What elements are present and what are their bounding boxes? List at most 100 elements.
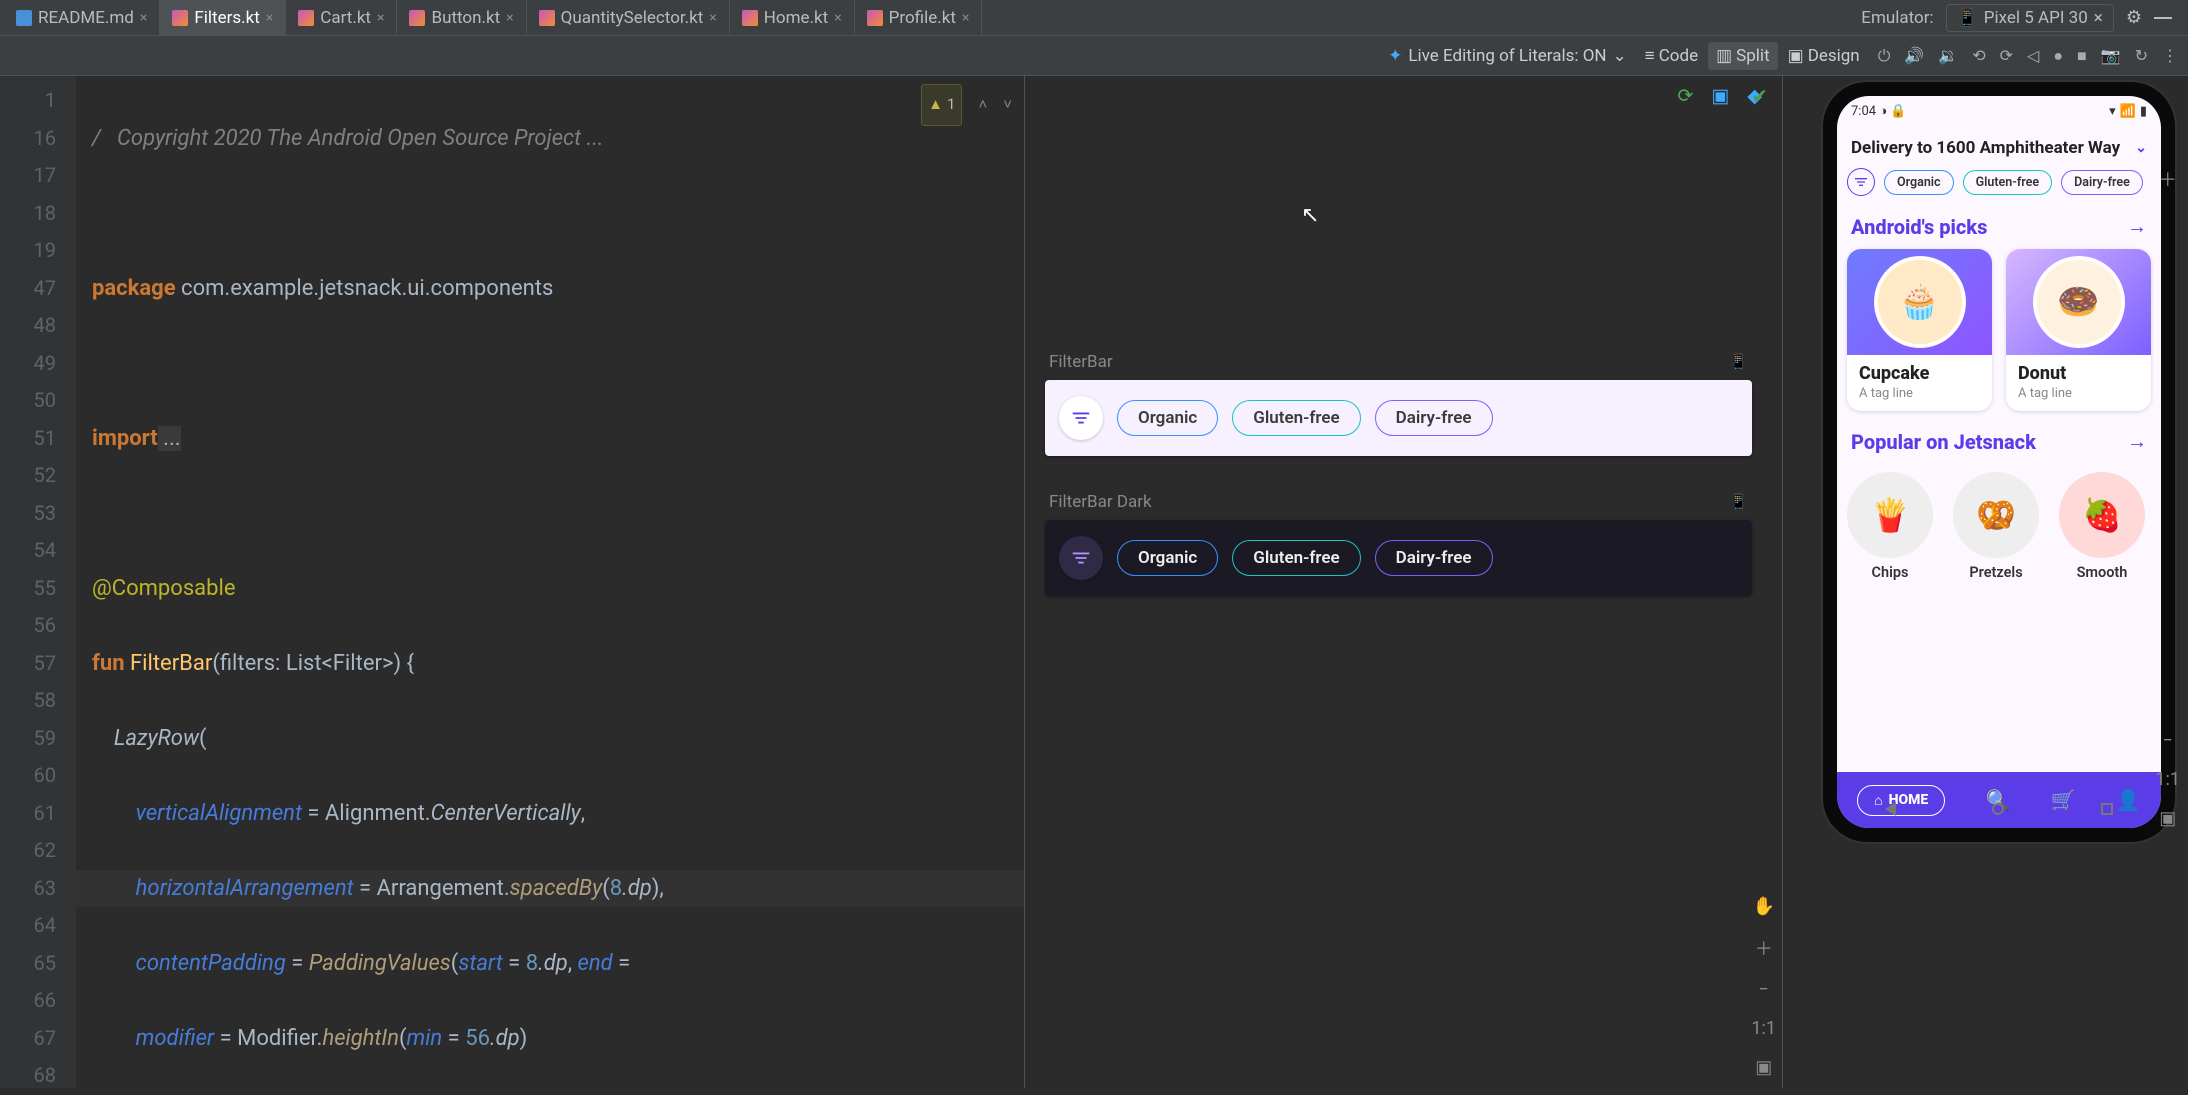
snack-card[interactable]: 🧁 Cupcake A tag line <box>1847 249 1992 411</box>
filter-chip[interactable]: Dairy-free <box>1375 400 1493 436</box>
tab-readme[interactable]: README.md× <box>4 0 160 36</box>
filter-chip[interactable]: Organic <box>1117 400 1218 436</box>
tab-cart[interactable]: Cart.kt× <box>286 0 397 36</box>
code-body[interactable]: / Copyright 2020 The Android Open Source… <box>76 76 1024 1088</box>
mode-code[interactable]: ≡ Code <box>1637 42 1706 70</box>
delivery-header[interactable]: Delivery to 1600 Amphitheater Way ⌄ <box>1837 126 2161 168</box>
line-number: 19 <box>0 232 56 270</box>
overview-icon[interactable]: ■ <box>2077 46 2087 66</box>
home-icon[interactable] <box>1992 803 2004 815</box>
zoom-in-icon[interactable]: ＋ <box>2159 166 2177 192</box>
phone-frame: 7:04 ◑ 🔒 ▾📶▮ Delivery to 1600 Amphitheat… <box>1823 82 2175 842</box>
zoom-out-icon[interactable]: − <box>2163 730 2173 751</box>
code-text: ) <box>520 1026 528 1051</box>
preview-toolbar: ✦Live Editing of Literals: ON⌄ ≡ Code ▥ … <box>0 36 2188 76</box>
tab-profile[interactable]: Profile.kt× <box>855 0 983 36</box>
arrow-right-icon[interactable]: → <box>2127 214 2147 239</box>
tab-home[interactable]: Home.kt× <box>730 0 855 36</box>
back-icon[interactable] <box>1885 802 1896 816</box>
preview-label: FilterBar Dark <box>1049 492 1152 512</box>
settings-icon[interactable]: ⚙ <box>2126 7 2142 28</box>
main-area: 1 16 17 18 19 47 48 49 50 51 52 53 54 55… <box>0 76 2188 1088</box>
pan-icon[interactable]: ✋ <box>1752 896 1774 917</box>
close-icon[interactable]: × <box>2094 8 2103 28</box>
overview-icon[interactable] <box>2101 803 2113 815</box>
preview-filterbar-dark[interactable]: Organic Gluten-free Dairy-free <box>1045 520 1752 596</box>
arrow-right-icon[interactable]: → <box>2127 429 2147 454</box>
more-icon[interactable]: ⋮ <box>2162 46 2178 66</box>
snack-title: Donut <box>2006 355 2151 386</box>
tab-quantity[interactable]: QuantitySelector.kt× <box>527 0 730 36</box>
tab-filters[interactable]: Filters.kt× <box>160 0 286 36</box>
snack-image: 🍩 <box>2033 256 2125 348</box>
filter-list-icon[interactable] <box>1059 536 1103 580</box>
mode-design[interactable]: ▣ Design <box>1780 42 1868 70</box>
popular-item[interactable]: 🍓Smooth <box>2059 472 2145 581</box>
section-title: Popular on Jetsnack <box>1851 430 2036 454</box>
device-frame-icon[interactable]: 📱 <box>1729 353 1748 371</box>
fit-icon[interactable]: ▣ <box>2159 808 2176 829</box>
close-icon[interactable]: × <box>834 10 841 26</box>
mode-split[interactable]: ▥ Split <box>1708 42 1778 70</box>
close-icon[interactable]: × <box>266 10 273 26</box>
deploy-icon[interactable]: ▣ <box>1711 84 1729 107</box>
section-header[interactable]: Popular on Jetsnack → <box>1837 425 2161 464</box>
home-icon[interactable]: ● <box>2053 46 2063 66</box>
volume-up-icon[interactable]: 🔊 <box>1904 46 1924 66</box>
filter-chip[interactable]: Gluten-free <box>1232 400 1360 436</box>
device-frame-icon[interactable]: 📱 <box>1729 493 1748 511</box>
screenshot-icon[interactable]: 📷 <box>2101 46 2121 66</box>
minimize-icon[interactable] <box>2154 17 2172 19</box>
back-icon[interactable]: ◁ <box>2027 46 2039 66</box>
live-edit-toggle[interactable]: ✦Live Editing of Literals: ON⌄ <box>1388 46 1627 66</box>
code-text: @Composable <box>92 576 236 601</box>
close-icon[interactable]: × <box>962 10 969 26</box>
down-icon[interactable]: ˅ <box>1003 86 1012 124</box>
popular-item[interactable]: 🥨Pretzels <box>1953 472 2039 581</box>
close-icon[interactable]: × <box>506 10 513 26</box>
code-text: end <box>578 951 613 976</box>
code-editor[interactable]: 1 16 17 18 19 47 48 49 50 51 52 53 54 55… <box>0 76 1024 1088</box>
line-number: 50 <box>0 382 56 420</box>
filter-list-icon[interactable] <box>1847 168 1875 196</box>
snack-label: Smooth <box>2077 564 2128 581</box>
filter-chip[interactable]: Gluten-free <box>1232 540 1360 576</box>
fit-icon[interactable]: ▣ <box>1755 1057 1772 1078</box>
mode-label: Code <box>1659 46 1698 66</box>
reload-icon[interactable]: ↻ <box>2135 46 2148 66</box>
code-text: .dp <box>490 1026 520 1051</box>
zoom-reset[interactable]: 1:1 <box>1751 1018 1776 1039</box>
rotate-right-icon[interactable]: ⟳ <box>2000 46 2013 66</box>
line-number: 53 <box>0 495 56 533</box>
filter-list-icon[interactable] <box>1059 396 1103 440</box>
zoom-in-icon[interactable]: ＋ <box>1755 935 1773 961</box>
tab-button[interactable]: Button.kt× <box>397 0 526 36</box>
close-icon[interactable]: × <box>377 10 384 26</box>
compose-preview-pane[interactable]: ⟳ ▣ ◆ ✔ ↖ FilterBar 📱 Organic Gluten-fre… <box>1024 76 1782 1088</box>
power-icon[interactable]: ⏻ <box>1878 46 1891 66</box>
filter-chip[interactable]: Organic <box>1117 540 1218 576</box>
zoom-out-icon[interactable]: − <box>1759 979 1769 1000</box>
zoom-reset[interactable]: 1:1 <box>2155 769 2180 790</box>
cursor-icon: ↖ <box>1301 203 1319 228</box>
close-icon[interactable]: × <box>140 10 147 26</box>
preview-filterbar-light[interactable]: Organic Gluten-free Dairy-free <box>1045 380 1752 456</box>
rotate-left-icon[interactable]: ⟲ <box>1972 46 1985 66</box>
phone-screen[interactable]: 7:04 ◑ 🔒 ▾📶▮ Delivery to 1600 Amphitheat… <box>1837 96 2161 828</box>
filter-chip[interactable]: Dairy-free <box>1375 540 1493 576</box>
volume-down-icon[interactable]: 🔉 <box>1938 46 1958 66</box>
popular-item[interactable]: 🍟Chips <box>1847 472 1933 581</box>
line-number: 18 <box>0 195 56 233</box>
system-nav <box>1837 794 2161 824</box>
section-header[interactable]: Android's picks → <box>1837 210 2161 249</box>
inspection-widget[interactable]: ▲1 ˄ ˅ <box>921 84 1012 126</box>
chevron-down-icon: ⌄ <box>1613 46 1627 66</box>
filter-chip[interactable]: Organic <box>1884 170 1954 195</box>
filter-chip[interactable]: Gluten-free <box>1963 170 2053 195</box>
close-icon[interactable]: × <box>709 10 716 26</box>
snack-card[interactable]: 🍩 Donut A tag line <box>2006 249 2151 411</box>
up-icon[interactable]: ˄ <box>978 86 987 124</box>
device-selector[interactable]: 📱 Pixel 5 API 30 × <box>1946 4 2114 32</box>
refresh-icon[interactable]: ⟳ <box>1678 84 1694 107</box>
filter-chip[interactable]: Dairy-free <box>2061 170 2143 195</box>
